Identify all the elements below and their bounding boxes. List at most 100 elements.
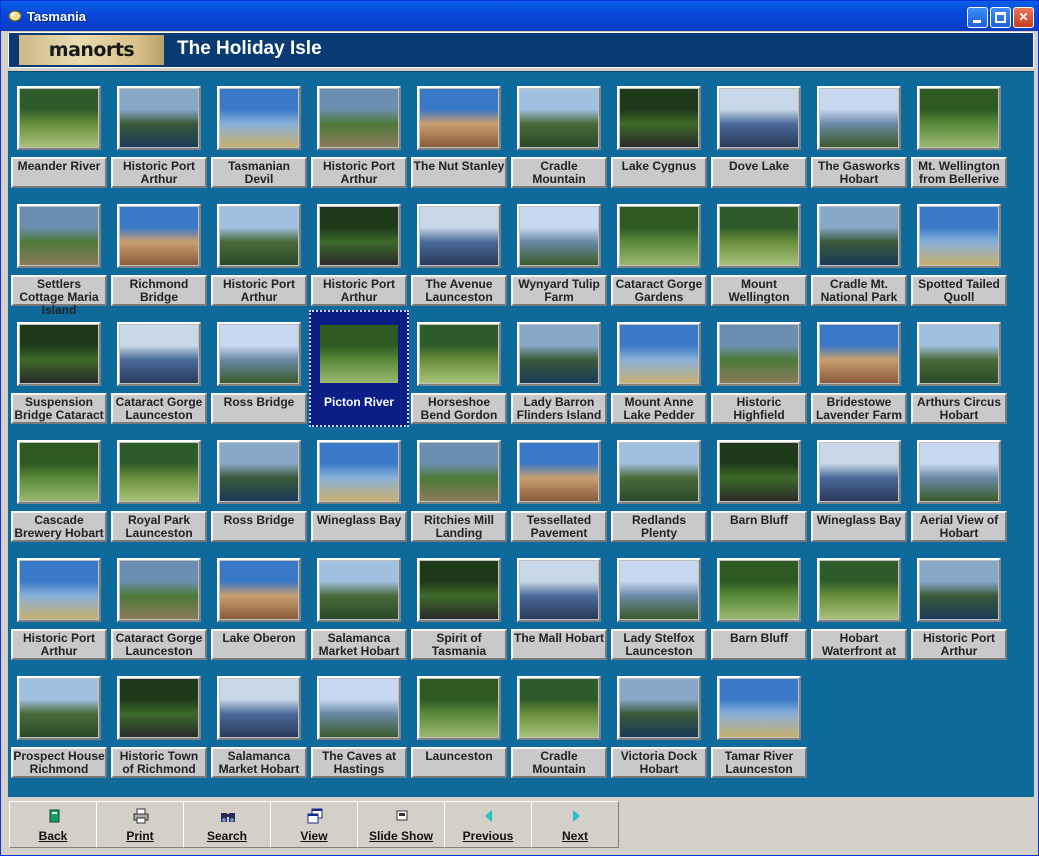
tile-label[interactable]: Settlers Cottage Maria Island [11, 275, 107, 317]
tile-label[interactable]: Cataract Gorge Launceston [111, 393, 207, 424]
gallery-tile[interactable]: The Gasworks Hobart [811, 86, 907, 189]
thumbnail-image[interactable] [120, 207, 198, 265]
thumbnail-frame[interactable] [817, 86, 901, 150]
thumbnail-image[interactable] [420, 325, 498, 383]
tile-label[interactable]: Tessellated Pavement [511, 511, 607, 542]
gallery-tile[interactable]: Arthurs Circus Hobart [911, 322, 1007, 425]
gallery-tile[interactable]: Redlands Plenty [611, 440, 707, 543]
gallery-tile[interactable]: Salamanca Market Hobart [311, 558, 407, 661]
thumbnail-image[interactable] [820, 325, 898, 383]
thumbnail-image[interactable] [120, 561, 198, 619]
tile-label[interactable]: Historic Port Arthur [311, 157, 407, 188]
thumbnail-frame[interactable] [117, 676, 201, 740]
thumbnail-frame[interactable] [217, 322, 301, 386]
thumbnail-image[interactable] [20, 325, 98, 383]
previous-button[interactable]: Previous [444, 801, 532, 848]
gallery-tile[interactable]: Cradle Mountain [511, 86, 607, 189]
gallery-tile[interactable]: Lake Oberon [211, 558, 307, 661]
tile-label[interactable]: Historic Port Arthur [911, 629, 1007, 660]
tile-label[interactable]: Barn Bluff [711, 511, 807, 542]
thumbnail-frame[interactable] [117, 322, 201, 386]
gallery-tile[interactable]: Settlers Cottage Maria Island [11, 204, 107, 317]
thumbnail-image[interactable] [620, 679, 698, 737]
gallery-tile[interactable]: Aerial View of Hobart [911, 440, 1007, 543]
gallery-tile[interactable]: Cataract Gorge Launceston [111, 558, 207, 661]
thumbnail-image[interactable] [420, 561, 498, 619]
thumbnail-frame[interactable] [717, 204, 801, 268]
thumbnail-frame[interactable] [317, 322, 401, 386]
thumbnail-frame[interactable] [517, 440, 601, 504]
thumbnail-image[interactable] [120, 89, 198, 147]
thumbnail-image[interactable] [520, 443, 598, 501]
tile-label[interactable]: Redlands Plenty [611, 511, 707, 542]
tile-label[interactable]: Cradle Mountain [511, 747, 607, 778]
gallery-tile[interactable]: Horseshoe Bend Gordon [411, 322, 507, 425]
thumbnail-image[interactable] [20, 207, 98, 265]
thumbnail-frame[interactable] [17, 676, 101, 740]
search-button[interactable]: Search [183, 801, 271, 848]
thumbnail-image[interactable] [620, 443, 698, 501]
thumbnail-frame[interactable] [617, 440, 701, 504]
gallery-tile[interactable]: Historic Port Arthur [311, 86, 407, 189]
thumbnail-image[interactable] [320, 679, 398, 737]
tile-label[interactable]: Cascade Brewery Hobart [11, 511, 107, 542]
thumbnail-image[interactable] [420, 89, 498, 147]
tile-label[interactable]: Wineglass Bay [311, 511, 407, 542]
gallery-tile[interactable]: The Nut Stanley [411, 86, 507, 189]
thumbnail-frame[interactable] [917, 558, 1001, 622]
thumbnail-image[interactable] [920, 89, 998, 147]
thumbnail-frame[interactable] [917, 204, 1001, 268]
thumbnail-frame[interactable] [917, 440, 1001, 504]
thumbnail-image[interactable] [220, 325, 298, 383]
thumbnail-frame[interactable] [717, 86, 801, 150]
tile-label[interactable]: Lady Barron Flinders Island [511, 393, 607, 424]
thumbnail-image[interactable] [320, 207, 398, 265]
slide-show-button[interactable]: Slide Show [357, 801, 445, 848]
gallery-tile[interactable]: Ross Bridge [211, 322, 307, 425]
gallery-tile[interactable]: The Mall Hobart [511, 558, 607, 661]
thumbnail-image[interactable] [220, 207, 298, 265]
thumbnail-image[interactable] [920, 443, 998, 501]
gallery-tile[interactable]: Historic Port Arthur [911, 558, 1007, 661]
gallery-tile[interactable]: Ritchies Mill Landing [411, 440, 507, 543]
thumbnail-frame[interactable] [517, 322, 601, 386]
thumbnail-frame[interactable] [217, 204, 301, 268]
thumbnail-image[interactable] [620, 89, 698, 147]
thumbnail-image[interactable] [320, 443, 398, 501]
view-button[interactable]: View [270, 801, 358, 848]
gallery-tile[interactable]: Historic Port Arthur [111, 86, 207, 189]
gallery-tile[interactable]: Prospect House Richmond [11, 676, 107, 779]
thumbnail-frame[interactable] [317, 558, 401, 622]
tile-label[interactable]: Bridestowe Lavender Farm [811, 393, 907, 424]
tile-label[interactable]: Barn Bluff [711, 629, 807, 660]
gallery-tile[interactable]: Mount Anne Lake Pedder [611, 322, 707, 425]
tile-label[interactable]: Ritchies Mill Landing [411, 511, 507, 542]
thumbnail-frame[interactable] [317, 440, 401, 504]
gallery-tile[interactable]: Tessellated Pavement [511, 440, 607, 543]
gallery-tile[interactable]: Lake Cygnus [611, 86, 707, 189]
thumbnail-frame[interactable] [417, 676, 501, 740]
thumbnail-frame[interactable] [117, 204, 201, 268]
gallery-tile[interactable]: Meander River [11, 86, 107, 189]
thumbnail-frame[interactable] [317, 86, 401, 150]
gallery-tile[interactable]: Tasmanian Devil [211, 86, 307, 189]
gallery-tile[interactable]: Dove Lake [711, 86, 807, 189]
thumbnail-image[interactable] [620, 325, 698, 383]
gallery-tile[interactable]: The Caves at Hastings [311, 676, 407, 779]
tile-label[interactable]: Launceston [411, 747, 507, 778]
thumbnail-image[interactable] [520, 325, 598, 383]
gallery-tile[interactable]: Barn Bluff [711, 440, 807, 543]
thumbnail-frame[interactable] [17, 322, 101, 386]
thumbnail-image[interactable] [520, 207, 598, 265]
thumbnail-image[interactable] [820, 207, 898, 265]
thumbnail-frame[interactable] [17, 204, 101, 268]
thumbnail-frame[interactable] [417, 322, 501, 386]
thumbnail-frame[interactable] [517, 676, 601, 740]
gallery-tile[interactable]: Mount Wellington [711, 204, 807, 307]
thumbnail-image[interactable] [820, 89, 898, 147]
gallery-tile[interactable]: Historic Town of Richmond [111, 676, 207, 779]
tile-label[interactable]: Prospect House Richmond [11, 747, 107, 778]
tile-label[interactable]: Aerial View of Hobart [911, 511, 1007, 542]
tile-label[interactable]: Richmond Bridge [111, 275, 207, 306]
tile-label[interactable]: Ross Bridge [211, 393, 307, 424]
